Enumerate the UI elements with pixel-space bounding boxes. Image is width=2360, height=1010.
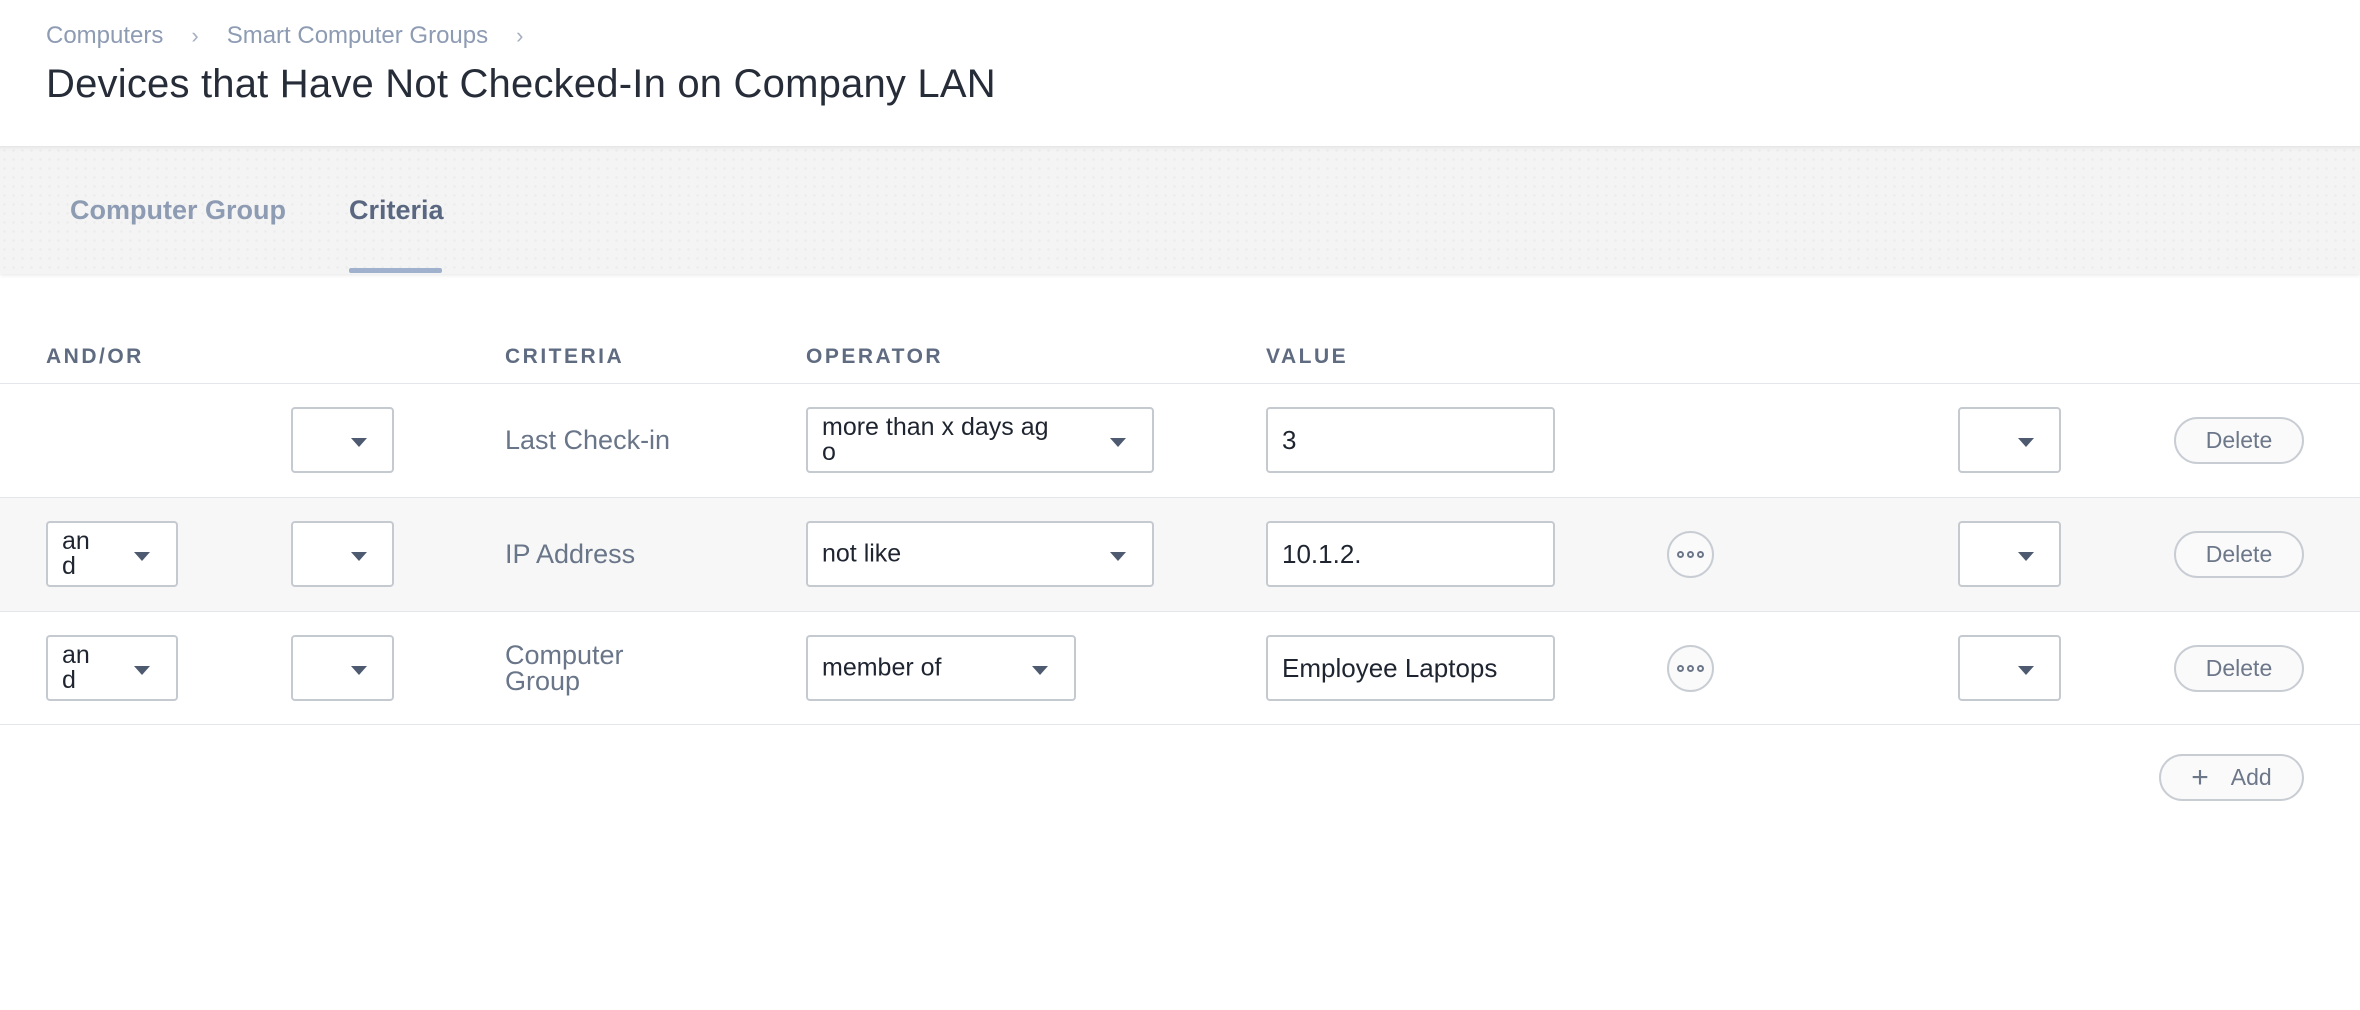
operator-value: member of xyxy=(822,653,942,682)
page-title: Devices that Have Not Checked-In on Comp… xyxy=(46,62,996,106)
close-paren-select[interactable] xyxy=(1958,635,2061,701)
column-header-criteria: CRITERIA xyxy=(505,345,625,368)
chevron-down-icon xyxy=(351,438,367,447)
close-paren-select[interactable] xyxy=(1958,521,2061,587)
criteria-label: Computer Group xyxy=(505,640,624,696)
chevron-down-icon xyxy=(1110,438,1126,447)
criteria-row: an d IP Address not like Delete xyxy=(0,497,2360,611)
chevron-down-icon xyxy=(2018,552,2034,561)
breadcrumb-smart-computer-groups[interactable]: Smart Computer Groups xyxy=(227,22,488,50)
chevron-down-icon xyxy=(1032,666,1048,675)
criteria-label: Last Check-in xyxy=(505,425,671,455)
open-paren-select[interactable] xyxy=(291,635,394,701)
operator-select[interactable]: more than x days ag o xyxy=(806,407,1154,473)
breadcrumb-separator-icon: › xyxy=(191,23,199,48)
breadcrumb-computers[interactable]: Computers xyxy=(46,22,163,50)
value-input[interactable] xyxy=(1266,521,1555,587)
open-paren-select[interactable] xyxy=(291,521,394,587)
tab-computer-group[interactable]: Computer Group xyxy=(70,146,286,274)
chevron-down-icon xyxy=(134,666,150,675)
add-criteria-button[interactable]: + Add xyxy=(2159,754,2304,801)
value-input[interactable] xyxy=(1266,407,1555,473)
tab-bar: Computer Group Criteria xyxy=(0,146,2360,274)
column-header-and-or: AND/OR xyxy=(46,345,144,368)
delete-button[interactable]: Delete xyxy=(2174,417,2304,464)
and-or-value: an d xyxy=(62,641,90,694)
and-or-value: an d xyxy=(62,527,90,580)
close-paren-select[interactable] xyxy=(1958,407,2061,473)
column-header-operator: OPERATOR xyxy=(806,345,944,368)
breadcrumb: Computers › Smart Computer Groups › xyxy=(46,22,551,50)
operator-value: not like xyxy=(822,539,902,568)
page-header: Computers › Smart Computer Groups › Devi… xyxy=(0,0,2360,146)
chevron-down-icon xyxy=(134,552,150,561)
operator-select[interactable]: member of xyxy=(806,635,1076,701)
plus-icon: + xyxy=(2191,760,2209,794)
more-options-icon[interactable] xyxy=(1667,531,1714,578)
add-button-label: Add xyxy=(2230,764,2272,790)
open-paren-select[interactable] xyxy=(291,407,394,473)
operator-value: more than x days ag o xyxy=(822,413,1049,466)
and-or-select[interactable]: an d xyxy=(46,635,178,701)
and-or-select[interactable]: an d xyxy=(46,521,178,587)
delete-button[interactable]: Delete xyxy=(2174,645,2304,692)
operator-select[interactable]: not like xyxy=(806,521,1154,587)
value-input[interactable] xyxy=(1266,635,1555,701)
chevron-down-icon xyxy=(2018,438,2034,447)
criteria-row: an d Computer Group member of Delete xyxy=(0,611,2360,725)
more-options-icon[interactable] xyxy=(1667,645,1714,692)
criteria-row: Last Check-in more than x days ag o Dele… xyxy=(0,383,2360,497)
chevron-down-icon xyxy=(351,552,367,561)
breadcrumb-separator-icon: › xyxy=(516,23,524,48)
chevron-down-icon xyxy=(1110,552,1126,561)
criteria-label: IP Address xyxy=(505,539,636,569)
tab-criteria[interactable]: Criteria xyxy=(349,146,444,274)
delete-button[interactable]: Delete xyxy=(2174,531,2304,578)
chevron-down-icon xyxy=(351,666,367,675)
chevron-down-icon xyxy=(2018,666,2034,675)
active-tab-indicator xyxy=(349,268,442,273)
column-header-value: VALUE xyxy=(1266,345,1349,368)
